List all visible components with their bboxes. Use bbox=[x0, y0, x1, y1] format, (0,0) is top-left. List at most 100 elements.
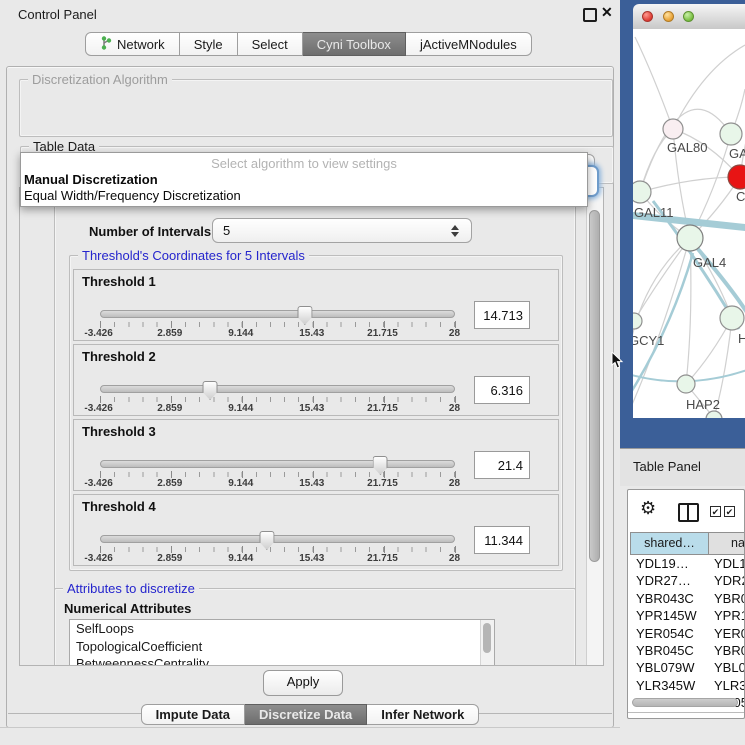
threshold-row: Threshold 1 -3.4262.8599.14415.4321.7152… bbox=[73, 269, 559, 341]
slider-track[interactable] bbox=[100, 385, 455, 393]
float-window-icon[interactable] bbox=[583, 8, 597, 22]
attribute-list-item[interactable]: TopologicalCoefficient bbox=[70, 638, 494, 656]
threshold-slider[interactable]: -3.4262.8599.14415.4321.71528 bbox=[100, 531, 455, 565]
node-label: GAL11 bbox=[634, 205, 674, 220]
gear-icon[interactable]: ⚙ bbox=[640, 498, 656, 519]
threshold-slider[interactable]: -3.4262.8599.14415.4321.71528 bbox=[100, 381, 455, 415]
checkbox-icon[interactable]: ✔ bbox=[710, 506, 721, 517]
tab-impute-data[interactable]: Impute Data bbox=[141, 704, 245, 725]
tick-label: 15.43 bbox=[299, 328, 324, 339]
table-cell: YBR043C bbox=[714, 591, 745, 606]
tab-select[interactable]: Select bbox=[238, 32, 303, 56]
major-tick bbox=[242, 396, 243, 403]
checkbox-icon[interactable]: ✔ bbox=[724, 506, 735, 517]
zoom-traffic-light-icon[interactable] bbox=[683, 11, 694, 22]
popup-option-manual-discretization[interactable]: Manual Discretization bbox=[24, 172, 158, 187]
major-tick bbox=[100, 546, 101, 553]
table-row[interactable]: YBR045C YBR045C bbox=[628, 643, 745, 660]
discretization-algorithm-group: Discretization Algorithm bbox=[19, 79, 613, 137]
table-row[interactable]: YBL079WYBL079W bbox=[628, 660, 745, 677]
table-bottom-border bbox=[628, 712, 745, 713]
close-traffic-light-icon[interactable] bbox=[642, 11, 653, 22]
tick-label: 28 bbox=[449, 328, 460, 339]
threshold-value-field[interactable]: 11.344 bbox=[474, 526, 530, 554]
threshold-row: Threshold 4 -3.4262.8599.14415.4321.7152… bbox=[73, 494, 559, 566]
node-label: GAL4 bbox=[693, 255, 726, 270]
vertical-scrollbar[interactable] bbox=[586, 188, 603, 665]
major-tick bbox=[171, 471, 172, 478]
tick-label: 15.43 bbox=[299, 478, 324, 489]
table-row[interactable]: YER054CYER054C bbox=[628, 626, 745, 643]
threshold-value-field[interactable]: 6.316 bbox=[474, 376, 530, 404]
tab-jactivemnodules[interactable]: jActiveMNodules bbox=[406, 32, 532, 56]
table-cell: YBL079W bbox=[636, 660, 708, 675]
table-cell: YDR27… bbox=[636, 573, 708, 588]
major-tick bbox=[313, 396, 314, 403]
attribute-list-item[interactable]: BetweennessCentrality bbox=[70, 655, 494, 666]
major-tick bbox=[171, 321, 172, 328]
slider-track[interactable] bbox=[100, 460, 455, 468]
number-of-intervals-spinner[interactable]: 5 bbox=[212, 218, 472, 243]
top-tab-bar: Network Style SelectCyni ToolboxjActiveMNo… bbox=[85, 32, 532, 56]
table-row[interactable]: YDR27… YDR27… bbox=[628, 573, 745, 590]
tick-label: -3.426 bbox=[84, 403, 112, 414]
table-row[interactable]: YPR145WYPR145W bbox=[628, 608, 745, 625]
threshold-label: Threshold 1 bbox=[82, 274, 156, 289]
column-header-shared-name[interactable]: shared… bbox=[630, 532, 709, 555]
table-cell: YER054C bbox=[714, 626, 745, 641]
panel-bottom-border bbox=[0, 727, 620, 728]
threshold-slider[interactable]: -3.4262.8599.14415.4321.71528 bbox=[100, 306, 455, 340]
popup-option-equal-width[interactable]: Equal Width/Frequency Discretization bbox=[24, 188, 241, 203]
list-scrollbar[interactable] bbox=[480, 620, 494, 666]
table-row[interactable]: YBR043C YBR043C bbox=[628, 591, 745, 608]
numerical-attributes-list[interactable]: SelfLoopsTopologicalCoefficientBetweenne… bbox=[69, 619, 495, 666]
tick-label: 21.715 bbox=[367, 403, 398, 414]
bottom-tab-bar: Impute DataDiscretize Data Infer Network bbox=[0, 704, 620, 725]
threshold-value-field[interactable]: 14.713 bbox=[474, 301, 530, 329]
table-cell: YDR27… bbox=[714, 573, 745, 588]
threshold-slider[interactable]: -3.4262.8599.14415.4321.71528 bbox=[100, 456, 455, 490]
column-layout-icon[interactable] bbox=[678, 503, 699, 522]
column-header-name[interactable]: name bbox=[708, 532, 745, 555]
scrollbar-thumb[interactable] bbox=[589, 210, 600, 562]
tick-label: 15.43 bbox=[299, 403, 324, 414]
tab-network[interactable]: Network bbox=[85, 32, 180, 56]
slider-ticks bbox=[100, 547, 455, 552]
network-window-titlebar[interactable] bbox=[633, 4, 745, 30]
tab-label: Style bbox=[194, 37, 223, 52]
tick-label: 9.144 bbox=[228, 403, 253, 414]
tab-discretize-data[interactable]: Discretize Data bbox=[245, 704, 367, 725]
table-cell: YLR345W bbox=[714, 678, 745, 693]
table-row[interactable]: YLR345W YLR345W bbox=[628, 678, 745, 695]
threshold-value-field[interactable]: 21.4 bbox=[474, 451, 530, 479]
major-tick bbox=[455, 321, 456, 328]
tab-cyni-toolbox[interactable]: Cyni Toolbox bbox=[303, 32, 406, 56]
apply-button[interactable]: Apply bbox=[263, 670, 343, 696]
tab-style[interactable]: Style bbox=[180, 32, 238, 56]
major-tick bbox=[100, 396, 101, 403]
attribute-list-item[interactable]: SelfLoops bbox=[70, 620, 494, 638]
horizontal-scrollbar[interactable] bbox=[632, 698, 738, 707]
tick-label: 21.715 bbox=[367, 553, 398, 564]
node-label: GCY1 bbox=[633, 333, 664, 348]
minimize-traffic-light-icon[interactable] bbox=[663, 11, 674, 22]
close-icon[interactable]: ✕ bbox=[601, 4, 613, 21]
table-cell: YBR045C bbox=[714, 643, 745, 658]
tick-label: 2.859 bbox=[157, 328, 182, 339]
major-tick bbox=[313, 546, 314, 553]
tick-label: 9.144 bbox=[228, 478, 253, 489]
tick-label: -3.426 bbox=[84, 328, 112, 339]
slider-track[interactable] bbox=[100, 535, 455, 543]
node-table: ⚙ ✔ ✔ shared… name YDL19…YDL19…YDR27…YDR… bbox=[627, 489, 745, 719]
table-row[interactable]: YDL19…YDL19… bbox=[628, 556, 745, 573]
slider-track[interactable] bbox=[100, 310, 455, 318]
network-canvas[interactable]: GAL80 GAL C GAL11 GAL4 GCY1 H HAP2 bbox=[633, 29, 745, 418]
table-cell: YLR345W bbox=[636, 678, 708, 693]
threshold-label: Threshold 3 bbox=[82, 424, 156, 439]
number-of-intervals-label: Number of Intervals bbox=[89, 224, 211, 239]
table-cell: YBR043C bbox=[636, 591, 708, 606]
tab-infer-network[interactable]: Infer Network bbox=[367, 704, 479, 725]
tab-label: Infer Network bbox=[381, 707, 464, 722]
tick-label: -3.426 bbox=[84, 553, 112, 564]
table-cell: YBR045C bbox=[636, 643, 708, 658]
